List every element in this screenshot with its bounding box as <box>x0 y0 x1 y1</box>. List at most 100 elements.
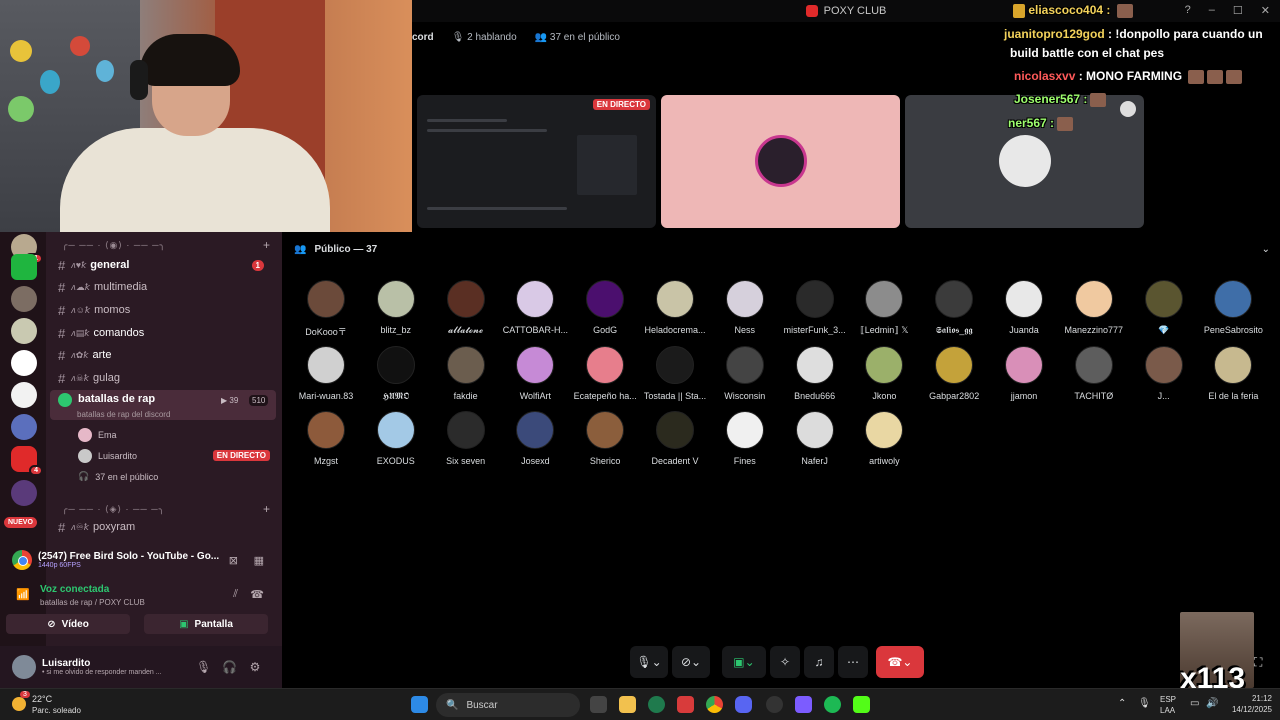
activity-panel[interactable]: (2547) Free Bird Solo - YouTube - Go... … <box>6 544 276 576</box>
app-icon[interactable] <box>648 696 665 713</box>
file-explorer-icon[interactable] <box>619 696 636 713</box>
audience-member[interactable]: Gabpar2802 <box>919 345 989 401</box>
microphone-icon[interactable]: 🎙 <box>1138 698 1151 709</box>
audience-member[interactable]: Heladocrema... <box>640 280 710 335</box>
audience-member[interactable]: ⟦Ledmin⟧ 𝕏 <box>849 280 919 336</box>
audience-member[interactable]: WolfiArt <box>500 345 570 401</box>
audience-member[interactable]: Fines <box>710 411 780 466</box>
voice-user[interactable]: Luisardito <box>78 449 137 463</box>
soundboard-button[interactable]: ♫ <box>804 646 834 678</box>
audience-member[interactable]: Decadent V <box>640 411 710 466</box>
audience-member[interactable]: blitz_bz <box>361 280 431 335</box>
audience-member[interactable]: EXODUS <box>361 411 431 466</box>
stream-settings-icon[interactable]: ▦ <box>254 554 264 567</box>
noise-suppression-icon[interactable]: ⫽ <box>233 588 238 601</box>
poxy-club-server-icon[interactable]: 4 <box>11 446 43 476</box>
channel-comandos[interactable]: # ʌ▤ꝁ comandos <box>50 323 276 343</box>
more-button[interactable]: ⋯ <box>838 646 868 678</box>
server-icon[interactable] <box>11 318 37 344</box>
audience-member[interactable]: Bnedu666 <box>780 345 850 401</box>
signal-icon[interactable]: 📶 <box>16 588 30 601</box>
audience-member[interactable]: Mari-wuan.83 <box>291 345 361 401</box>
tray-chevron-icon[interactable]: ⌃ <box>1118 698 1126 709</box>
microphone-icon[interactable]: 🎙 <box>196 660 211 674</box>
taskbar-search[interactable]: 🔍 Buscar <box>436 693 580 717</box>
audience-member[interactable]: Mzgst <box>291 411 361 466</box>
headphones-icon[interactable]: 🎧 <box>222 660 237 674</box>
channel-poxyram[interactable]: # ʌ♾ꝁ poxyram <box>50 517 276 537</box>
audience-member[interactable]: Ecatepeño ha... <box>570 345 640 401</box>
audience-member[interactable]: GodG <box>570 280 640 335</box>
audience-member[interactable]: TACHITØ <box>1059 345 1129 401</box>
user-info[interactable]: Luisardito • si me olvido de responder m… <box>42 658 162 676</box>
audience-member[interactable]: jjamon <box>989 345 1059 401</box>
windows-start-icon[interactable] <box>411 696 428 713</box>
activities-button[interactable]: ✧ <box>770 646 800 678</box>
server-icon[interactable] <box>11 382 37 408</box>
audience-member[interactable]: Sherico <box>570 411 640 466</box>
audience-member[interactable]: misterFunk_3... <box>780 280 850 335</box>
discord-icon[interactable] <box>735 696 752 713</box>
fullscreen-icon[interactable]: ⛶ <box>1254 655 1262 670</box>
app-icon[interactable] <box>795 696 812 713</box>
server-icon[interactable] <box>11 350 37 376</box>
audience-member[interactable]: DoKooo〒 <box>291 280 361 338</box>
server-icon[interactable] <box>11 286 37 312</box>
camera-button[interactable]: ⊘⌄ <box>672 646 710 678</box>
channel-general[interactable]: # ʌ♥ꝁ general 1 <box>50 255 276 275</box>
language-indicator[interactable]: ESP LAA <box>1160 694 1176 716</box>
new-badge[interactable]: NUEVO <box>4 517 37 528</box>
server-icon[interactable] <box>11 480 37 506</box>
disconnect-icon[interactable]: ☎ <box>250 588 264 601</box>
voice-audience[interactable]: 🎧 37 en el público <box>78 471 158 482</box>
microphone-button[interactable]: 🎙⌄ <box>630 646 668 678</box>
add-channel-icon[interactable]: + <box>263 238 270 252</box>
add-channel-icon[interactable]: + <box>263 502 270 516</box>
audience-member[interactable]: Juanda <box>989 280 1059 335</box>
audience-member[interactable]: Jkono <box>849 345 919 401</box>
audience-member[interactable]: NaferJ <box>780 411 850 466</box>
channel-multimedia[interactable]: # ʌ☁ꝁ multimedia <box>50 277 276 297</box>
clock[interactable]: 21:12 14/12/2025 <box>1232 693 1272 715</box>
channel-arte[interactable]: # ʌ✿ꝁ arte <box>50 345 276 365</box>
obs-icon[interactable] <box>766 696 783 713</box>
category-header[interactable]: ╭─ ── · ⟨◉⟩ · ── ─╮ <box>62 240 166 251</box>
audience-member[interactable]: CATTOBAR-H... <box>500 280 570 335</box>
video-button[interactable]: ⊘ Vídeo <box>6 614 130 634</box>
chevron-down-icon[interactable]: ⌄ <box>1262 244 1270 255</box>
kick-server-icon[interactable] <box>11 254 37 280</box>
weather-widget[interactable]: 22°C Parc. soleado <box>32 694 81 716</box>
audience-member[interactable]: Ness <box>710 280 780 335</box>
category-header[interactable]: ╭─ ── · ⟨◈⟩ · ── ─╮ <box>62 504 165 515</box>
screen-share-button[interactable]: ▣ Pantalla <box>144 614 268 634</box>
volume-icon[interactable]: 🔊 <box>1206 698 1218 709</box>
audience-member[interactable]: Josexd <box>500 411 570 466</box>
user-avatar[interactable] <box>12 655 36 679</box>
audience-member[interactable]: 💎 <box>1129 280 1199 336</box>
network-icon[interactable]: ▭ <box>1190 698 1199 709</box>
weather-icon[interactable] <box>12 697 26 711</box>
screen-share-button[interactable]: ▣⌄ <box>722 646 766 678</box>
chrome-icon[interactable] <box>706 696 723 713</box>
audience-member[interactable]: fakdie <box>431 345 501 401</box>
spotify-icon[interactable] <box>824 696 841 713</box>
app-icon[interactable] <box>677 696 694 713</box>
audience-member[interactable]: Tostada || Sta... <box>640 345 710 401</box>
audience-member[interactable]: artiwoly <box>849 411 919 466</box>
audience-member[interactable]: Six seven <box>431 411 501 466</box>
screen-share-tile[interactable]: EN DIRECTO <box>417 95 656 228</box>
kick-icon[interactable] <box>853 696 870 713</box>
voice-location[interactable]: batallas de rap / POXY CLUB <box>40 598 145 607</box>
audience-member[interactable]: PeneSabrosito <box>1198 280 1268 335</box>
server-icon[interactable] <box>11 414 37 440</box>
audience-member[interactable]: Manezzino777 <box>1059 280 1129 335</box>
audience-member[interactable]: Wisconsin <box>710 345 780 401</box>
audience-member[interactable]: J... <box>1129 345 1199 401</box>
audience-member[interactable]: 𝕳𝖀𝕸𝕺 <box>361 345 431 402</box>
task-view-icon[interactable] <box>590 696 607 713</box>
channel-momos[interactable]: # ʌ☺ꝁ momos <box>50 300 276 320</box>
audience-member[interactable]: El de la feria <box>1198 345 1268 401</box>
stop-stream-icon[interactable]: ⊠ <box>229 554 238 567</box>
channel-gulag[interactable]: # ʌ☠ꝁ gulag <box>50 368 276 388</box>
voice-user[interactable]: Ema <box>78 428 117 442</box>
